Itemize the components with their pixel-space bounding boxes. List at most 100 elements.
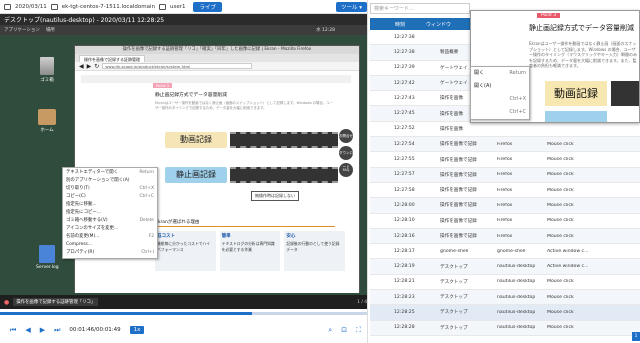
ctx-copy-to[interactable]: 指定先にコピー... [63, 209, 157, 217]
ctx-resize-icon[interactable]: アイコンのサイズを変更... [63, 225, 157, 233]
search-input[interactable]: 検索キーワード... [370, 3, 470, 14]
point-tag: Point 3 [153, 83, 173, 88]
ctx2-copy[interactable]: Ctrl+C [471, 106, 529, 119]
reload-icon[interactable]: ↻ [94, 63, 99, 70]
cell-event: Mouse click [547, 141, 574, 147]
cell-time: 12:27:45 [394, 111, 415, 117]
table-row[interactable]: 12:27:57 操作を画像で記録 Firefox Mouse click [370, 167, 640, 183]
page-header-strip [81, 75, 351, 83]
ctx-move-to-trash[interactable]: ゴミ箱へ移動する(V) Delete [63, 217, 157, 225]
cell-event: Mouse click [547, 294, 574, 300]
skip-forward-icon[interactable]: ⏭ [54, 326, 60, 335]
popover-video-record: 動画記録 [545, 81, 607, 106]
ctx-properties[interactable]: プロパティ(R) Ctrl+I [63, 249, 157, 257]
table-row[interactable]: 12:28:28 デスクトップ nautilus-desktop Mouse clic… [370, 320, 640, 336]
taskbar-window-item[interactable]: 操作を画像で記録する証跡管理「リコ」 [13, 298, 99, 306]
cell-window: デスクトップ [440, 325, 468, 331]
tools-button[interactable]: ツール ▾ [335, 2, 367, 12]
trash-desktop-icon[interactable]: ゴミ箱 [36, 57, 58, 83]
cell-app: gnome-shell [497, 248, 526, 254]
fullscreen-icon[interactable]: ⛶ [356, 326, 361, 335]
playback-progress[interactable] [0, 312, 371, 315]
table-row[interactable]: 12:28:21 デスクトップ nautilus-desktop Mouse clic… [370, 275, 640, 291]
cell-event: Active window c... [547, 264, 589, 270]
cell-time: 12:28:19 [394, 264, 415, 270]
session-date: 2020/03/11 [15, 3, 47, 10]
table-row[interactable]: 12:27:58 操作を画像で記録 Firefox Mouse click [370, 183, 640, 199]
window-title: デスクトップ(nautilus-desktop) - 2020/03/11 12… [0, 14, 371, 25]
computer-icon [50, 3, 58, 10]
side-shortcuts: お問合せ ダウンロード FAQ [339, 129, 353, 180]
table-row[interactable]: 12:28:23 デスクトップ nautilus-desktop Mouse clic… [370, 290, 640, 306]
cell-time: 12:27:39 [394, 65, 415, 71]
ctx-rename[interactable]: 名前の変更(M)... F2 [63, 233, 157, 241]
cell-time: 12:28:28 [394, 325, 415, 331]
ctx-copy[interactable]: コピー(C) Ctrl+C [63, 193, 157, 201]
table-row[interactable]: 12:27:55 操作を画像で記録 Firefox Mouse click [370, 152, 640, 168]
rewind-icon[interactable]: ◀ [25, 326, 30, 334]
download-circle-button[interactable]: ダウンロード [339, 146, 353, 169]
places-menu[interactable]: 場所 [46, 27, 55, 33]
ctx-open-with[interactable]: 別のアプリケーションで開く(A) [63, 177, 157, 185]
home-desktop-icon[interactable]: ホーム [36, 109, 58, 133]
table-row[interactable]: 12:28:00 操作を画像で記録 Firefox Mouse click [370, 198, 640, 214]
gnome-clock: 水 12:28 [316, 28, 335, 33]
cell-event: Mouse click [547, 309, 574, 315]
table-row[interactable]: 12:28:19 デスクトップ nautilus-desktop Active win… [370, 259, 640, 275]
cell-event: Mouse click [547, 279, 574, 285]
fit-icon[interactable]: ⊡ [341, 326, 347, 335]
log-file-desktop-icon[interactable]: Server.log [36, 245, 59, 270]
ctx-move-to[interactable]: 指定先に移動... [63, 201, 157, 209]
play-icon[interactable]: ▶ [40, 326, 45, 334]
page-description: Ekranはユーザー操作を動画ではなく静止画（画面のスナップショット）として記録… [155, 101, 334, 110]
firefox-tab[interactable]: 操作を画像で記録する証跡管理 [79, 55, 145, 62]
ctx-compress[interactable]: Compress... [63, 241, 157, 249]
cell-window: 操作を画像 [440, 126, 463, 132]
popover-still-record [545, 111, 607, 122]
table-row[interactable]: 12:28:10 操作を画像で記録 Firefox Mouse click [370, 214, 640, 229]
trash-label: ゴミ箱 [40, 78, 54, 83]
cell-event: Mouse click [547, 202, 574, 208]
popover-description: Ekranはユーザー操作を動画ではなく静止画（画面のスナップショット）として記録… [529, 41, 637, 68]
applications-menu[interactable]: アプリケーション [4, 27, 40, 33]
firefox-toolbar: ◀ ▶ ↻ www.jtk-scape.jp/product/ekran/sys… [75, 62, 359, 71]
cell-window: デスクトップ [440, 264, 468, 270]
cell-time: 12:28:23 [394, 294, 415, 300]
cell-app: Firefox [497, 202, 513, 208]
speed-button[interactable]: 1x [129, 326, 145, 334]
page-button[interactable]: 1 [632, 332, 640, 341]
cell-window: デスクトップ [440, 295, 468, 301]
table-row[interactable]: 12:27:52 操作を画像 [370, 122, 640, 138]
ctx2-open[interactable]: 開く Return [471, 67, 529, 80]
table-row[interactable]: 12:28:16 操作を画像で記録 Firefox Mouse click [370, 228, 640, 245]
table-row[interactable]: 12:28:17 gnome-shell gnome-shell Active win… [370, 244, 640, 260]
cell-time: 12:28:16 [394, 233, 415, 239]
reason-card: 安心 記録後の行動のとして使う記録データ [284, 231, 346, 271]
ctx-cut[interactable]: 切り取り(T) Ctrl+X [63, 185, 157, 193]
forward-icon[interactable]: ▶ [87, 63, 92, 70]
cell-time: 12:28:17 [394, 248, 415, 254]
reason-card: 低コスト 機能毎に分かったコストでハイパフォーマンス [155, 231, 216, 271]
header-time[interactable]: 時刻 [370, 21, 426, 28]
cell-app: nautilus-desktop [497, 309, 536, 315]
ctx2-cut[interactable]: Ctrl+X [471, 93, 529, 106]
ctx2-open-with[interactable]: 開く(A) [471, 80, 529, 93]
skip-back-icon[interactable]: ⏮ [10, 326, 16, 335]
zoom-icon[interactable]: ⌕ [328, 326, 332, 335]
host-name: ek-tgt-centos-7-1511.localdomain [61, 3, 155, 10]
live-button[interactable]: ライブ [193, 1, 222, 12]
url-bar[interactable]: www.jtk-scape.jp/product/ekran/system.ht… [102, 63, 253, 69]
firefox-title: 操作を画像で記録する証跡管理「リコ」「確実」「同年」した画像に記録 | Ekra… [75, 46, 359, 54]
contact-circle-button[interactable]: お問合せ [339, 129, 353, 143]
log-file-label: Server.log [36, 265, 59, 270]
cell-app: Firefox [497, 187, 513, 193]
faq-circle-button[interactable]: FAQ [339, 163, 353, 177]
back-icon[interactable]: ◀ [79, 63, 84, 70]
table-row[interactable]: 12:28:25 デスクトップ nautilus-desktop Mouse clic… [370, 305, 640, 321]
table-row[interactable]: 12:27:54 操作を画像で記録 Firefox Mouse click [370, 137, 640, 153]
gnome-top-bar: アプリケーション 場所 水 12:28 [0, 25, 371, 35]
workspace-indicator[interactable]: 1 / 4 [357, 300, 367, 305]
cell-event: Mouse click [547, 187, 574, 193]
ctx-open-text-editor[interactable]: テキストエディターで開く Return [63, 169, 157, 177]
playback-time: 00:01:46/00:01:49 [69, 327, 121, 333]
